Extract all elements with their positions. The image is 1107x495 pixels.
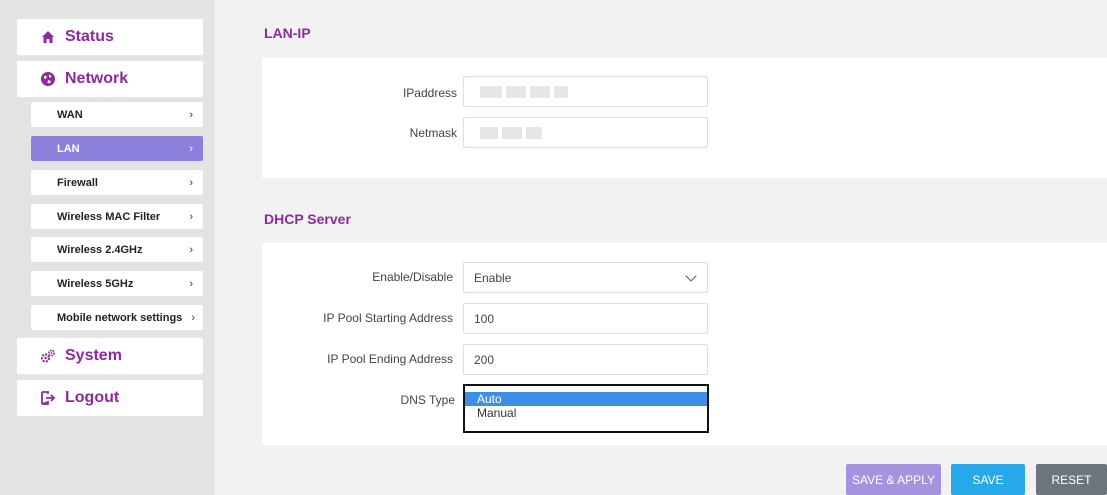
sidebar-item-label: Logout	[65, 389, 120, 406]
reset-button[interactable]: RESET	[1036, 464, 1107, 495]
gears-icon	[39, 347, 57, 365]
blurred-value	[554, 85, 568, 98]
pool-start-input[interactable]: 100	[463, 303, 708, 334]
dns-type-listbox[interactable]: Auto Manual	[463, 384, 709, 433]
dhcp-server-title: DHCP Server	[264, 211, 351, 227]
lan-ip-title: LAN-IP	[264, 25, 311, 41]
blurred-value	[530, 85, 550, 98]
sidebar-subitem-label: WAN	[57, 108, 83, 121]
enable-disable-select[interactable]: Enable	[463, 262, 708, 293]
chevron-right-icon: ›	[191, 311, 195, 324]
sidebar: Status Network WAN › LAN › Firewall › Wi…	[0, 0, 215, 495]
sidebar-subitem-label: Mobile network settings	[57, 311, 183, 324]
ipaddress-label: IPaddress	[402, 86, 457, 100]
pool-end-label: IP Pool Ending Address	[327, 352, 453, 366]
sidebar-item-label: Status	[65, 28, 114, 45]
sidebar-subitem-mobile-network[interactable]: Mobile network settings ›	[31, 305, 203, 330]
sidebar-subitem-firewall[interactable]: Firewall ›	[31, 170, 203, 195]
sidebar-item-label: System	[65, 347, 122, 364]
sidebar-subitem-label: Firewall	[57, 176, 98, 189]
dns-option-auto[interactable]: Auto	[465, 392, 707, 406]
sidebar-subitem-lan[interactable]: LAN ›	[31, 136, 203, 161]
chevron-right-icon: ›	[189, 210, 193, 223]
dns-type-label: DNS Type	[400, 393, 455, 407]
sidebar-subitem-label: Wireless 2.4GHz	[57, 243, 143, 256]
chevron-down-icon	[685, 270, 697, 282]
sidebar-subitem-wan[interactable]: WAN ›	[31, 102, 203, 127]
sidebar-item-status[interactable]: Status	[16, 18, 204, 56]
blurred-value	[506, 85, 526, 98]
blurred-value	[480, 126, 498, 139]
enable-disable-label: Enable/Disable	[372, 270, 453, 284]
dns-option-manual[interactable]: Manual	[465, 406, 707, 420]
enable-disable-value: Enable	[474, 270, 512, 285]
logout-icon	[39, 389, 57, 407]
sidebar-item-network[interactable]: Network	[16, 60, 204, 98]
chevron-right-icon: ›	[189, 108, 193, 121]
sidebar-item-system[interactable]: System	[16, 337, 204, 375]
sidebar-subitem-label: Wireless MAC Filter	[57, 210, 161, 223]
netmask-field[interactable]	[463, 117, 708, 148]
pool-end-input[interactable]: 200	[463, 344, 708, 375]
sidebar-subitem-wireless-24ghz[interactable]: Wireless 2.4GHz ›	[31, 237, 203, 262]
sidebar-item-label: Network	[65, 70, 129, 87]
home-icon	[39, 28, 57, 46]
blurred-value	[480, 85, 502, 98]
pool-end-value: 200	[474, 352, 495, 367]
sidebar-subitem-label: LAN	[57, 142, 80, 155]
chevron-right-icon: ›	[189, 142, 193, 155]
sidebar-subitem-wireless-5ghz[interactable]: Wireless 5GHz ›	[31, 271, 203, 296]
chevron-right-icon: ›	[189, 176, 193, 189]
pool-start-value: 100	[474, 311, 495, 326]
netmask-label: Netmask	[409, 126, 457, 140]
globe-icon	[39, 70, 57, 88]
sidebar-subitem-label: Wireless 5GHz	[57, 277, 134, 290]
sidebar-item-logout[interactable]: Logout	[16, 379, 204, 417]
chevron-right-icon: ›	[189, 277, 193, 290]
pool-start-label: IP Pool Starting Address	[323, 311, 453, 325]
save-apply-button[interactable]: SAVE & APPLY	[846, 464, 941, 495]
ipaddress-field[interactable]	[463, 76, 708, 107]
blurred-value	[502, 126, 522, 139]
blurred-value	[526, 126, 542, 139]
sidebar-subitem-wireless-mac-filter[interactable]: Wireless MAC Filter ›	[31, 204, 203, 229]
chevron-right-icon: ›	[189, 243, 193, 256]
save-button[interactable]: SAVE	[951, 464, 1025, 495]
